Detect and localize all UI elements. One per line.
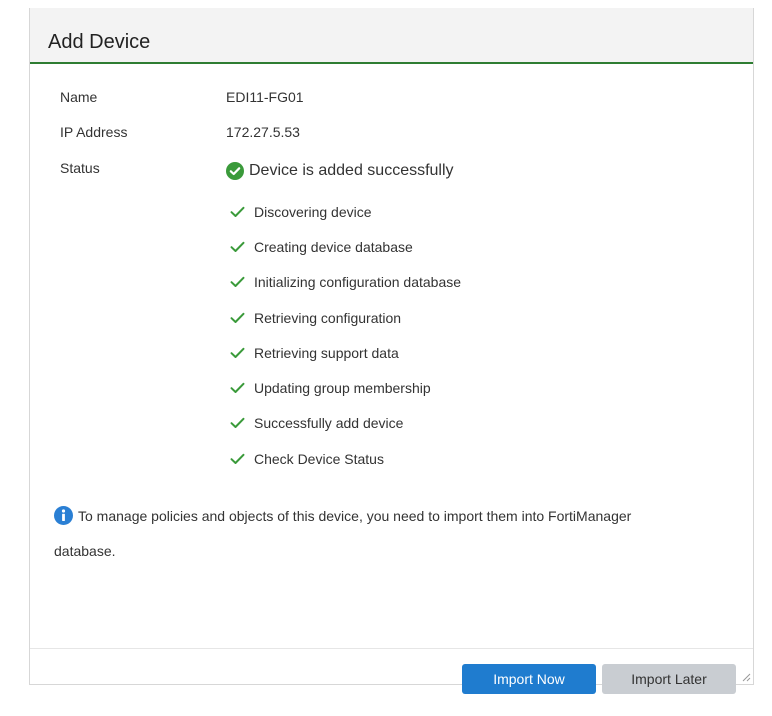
step-item: Updating group membership [230,379,431,397]
check-icon [230,241,245,252]
step-label: Retrieving support data [254,345,399,361]
check-icon [230,312,245,323]
step-label: Creating device database [254,239,413,255]
name-value: EDI11-FG01 [226,89,304,105]
import-now-button[interactable]: Import Now [462,664,596,694]
info-icon [54,506,73,525]
step-item: Successfully add device [230,414,403,432]
step-item: Check Device Status [230,450,384,468]
check-icon [230,453,245,464]
step-label: Initializing configuration database [254,274,462,290]
step-label: Updating group membership [254,380,431,396]
check-icon [230,206,245,217]
status-label: Status [60,160,100,176]
step-label: Retrieving configuration [254,310,402,326]
step-item: Creating device database [230,238,413,256]
check-icon [230,347,245,358]
name-label: Name [60,89,98,105]
info-message-line1: To manage policies and objects of this d… [78,508,632,524]
step-item: Initializing configuration database [230,273,461,291]
check-icon [230,276,245,287]
import-later-button[interactable]: Import Later [602,664,736,694]
ip-address-value: 172.27.5.53 [226,124,300,140]
dialog-title: Add Device [48,31,151,53]
check-icon [230,382,245,393]
status-message: Device is added successfully [226,161,454,181]
info-message-line2: database. [54,543,116,559]
footer-divider [30,648,753,649]
check-circle-icon [226,162,244,180]
add-device-dialog: Add Device Name EDI11-FG01 IP Address 17… [29,8,754,694]
check-icon [230,417,245,428]
step-item: Retrieving support data [230,344,399,362]
dialog-header: Add Device [30,8,753,64]
ip-address-label: IP Address [60,124,128,140]
status-message-text: Device is added successfully [249,162,454,179]
resize-grip-icon[interactable] [742,673,751,682]
step-label: Discovering device [254,204,372,220]
step-item: Discovering device [230,203,372,221]
step-label: Successfully add device [254,415,404,431]
step-label: Check Device Status [254,451,384,467]
step-item: Retrieving configuration [230,309,401,327]
